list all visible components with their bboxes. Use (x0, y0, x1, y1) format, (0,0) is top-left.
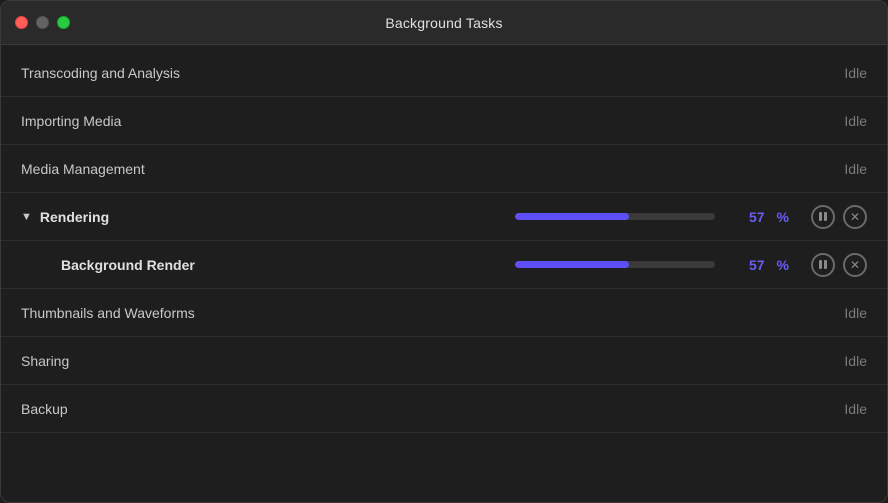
task-label: Sharing (21, 353, 241, 369)
task-row: Media Management Idle (1, 145, 887, 193)
progress-bar-container (515, 261, 715, 268)
task-status: Idle (844, 401, 867, 417)
task-label: Background Render (61, 257, 281, 273)
pause-button[interactable] (811, 205, 835, 229)
task-status: Idle (844, 161, 867, 177)
task-row: Importing Media Idle (1, 97, 887, 145)
task-name: Media Management (21, 161, 145, 177)
pause-button[interactable] (811, 253, 835, 277)
traffic-lights (15, 16, 70, 29)
task-row: Thumbnails and Waveforms Idle (1, 289, 887, 337)
task-label: Importing Media (21, 113, 241, 129)
close-button[interactable] (15, 16, 28, 29)
task-name: Transcoding and Analysis (21, 65, 180, 81)
close-icon: ✕ (850, 211, 860, 223)
task-name: Importing Media (21, 113, 121, 129)
pause-icon (819, 260, 827, 269)
task-name: Background Render (61, 257, 195, 273)
progress-percent: 57 (727, 209, 765, 225)
task-progress-area: 57 % ✕ (515, 205, 867, 229)
task-name: Backup (21, 401, 68, 417)
task-name: Thumbnails and Waveforms (21, 305, 195, 321)
cancel-button[interactable]: ✕ (843, 205, 867, 229)
task-row: Background Render 57 % ✕ (1, 241, 887, 289)
task-row: Transcoding and Analysis Idle (1, 49, 887, 97)
titlebar: Background Tasks (1, 1, 887, 45)
cancel-button[interactable]: ✕ (843, 253, 867, 277)
task-status: Idle (844, 113, 867, 129)
task-status: Idle (844, 305, 867, 321)
task-controls: ✕ (811, 205, 867, 229)
close-icon: ✕ (850, 259, 860, 271)
task-label: Backup (21, 401, 241, 417)
progress-bar-fill (515, 213, 629, 220)
maximize-button[interactable] (57, 16, 70, 29)
task-row: Backup Idle (1, 385, 887, 433)
task-label: Transcoding and Analysis (21, 65, 241, 81)
progress-bar-container (515, 213, 715, 220)
progress-percent: 57 (727, 257, 765, 273)
task-status: Idle (844, 353, 867, 369)
background-tasks-window: Background Tasks Transcoding and Analysi… (0, 0, 888, 503)
task-row: Sharing Idle (1, 337, 887, 385)
task-label: Thumbnails and Waveforms (21, 305, 241, 321)
task-list: Transcoding and Analysis Idle Importing … (1, 45, 887, 502)
task-row: ▼ Rendering 57 % ✕ (1, 193, 887, 241)
task-status: Idle (844, 65, 867, 81)
window-title: Background Tasks (385, 15, 502, 31)
task-name: Rendering (40, 209, 109, 225)
task-label: Media Management (21, 161, 241, 177)
minimize-button[interactable] (36, 16, 49, 29)
progress-bar-fill (515, 261, 629, 268)
pause-icon (819, 212, 827, 221)
chevron-down-icon[interactable]: ▼ (21, 211, 32, 223)
task-progress-area: 57 % ✕ (515, 253, 867, 277)
task-name: Sharing (21, 353, 69, 369)
task-label: ▼ Rendering (21, 209, 241, 225)
task-controls: ✕ (811, 253, 867, 277)
